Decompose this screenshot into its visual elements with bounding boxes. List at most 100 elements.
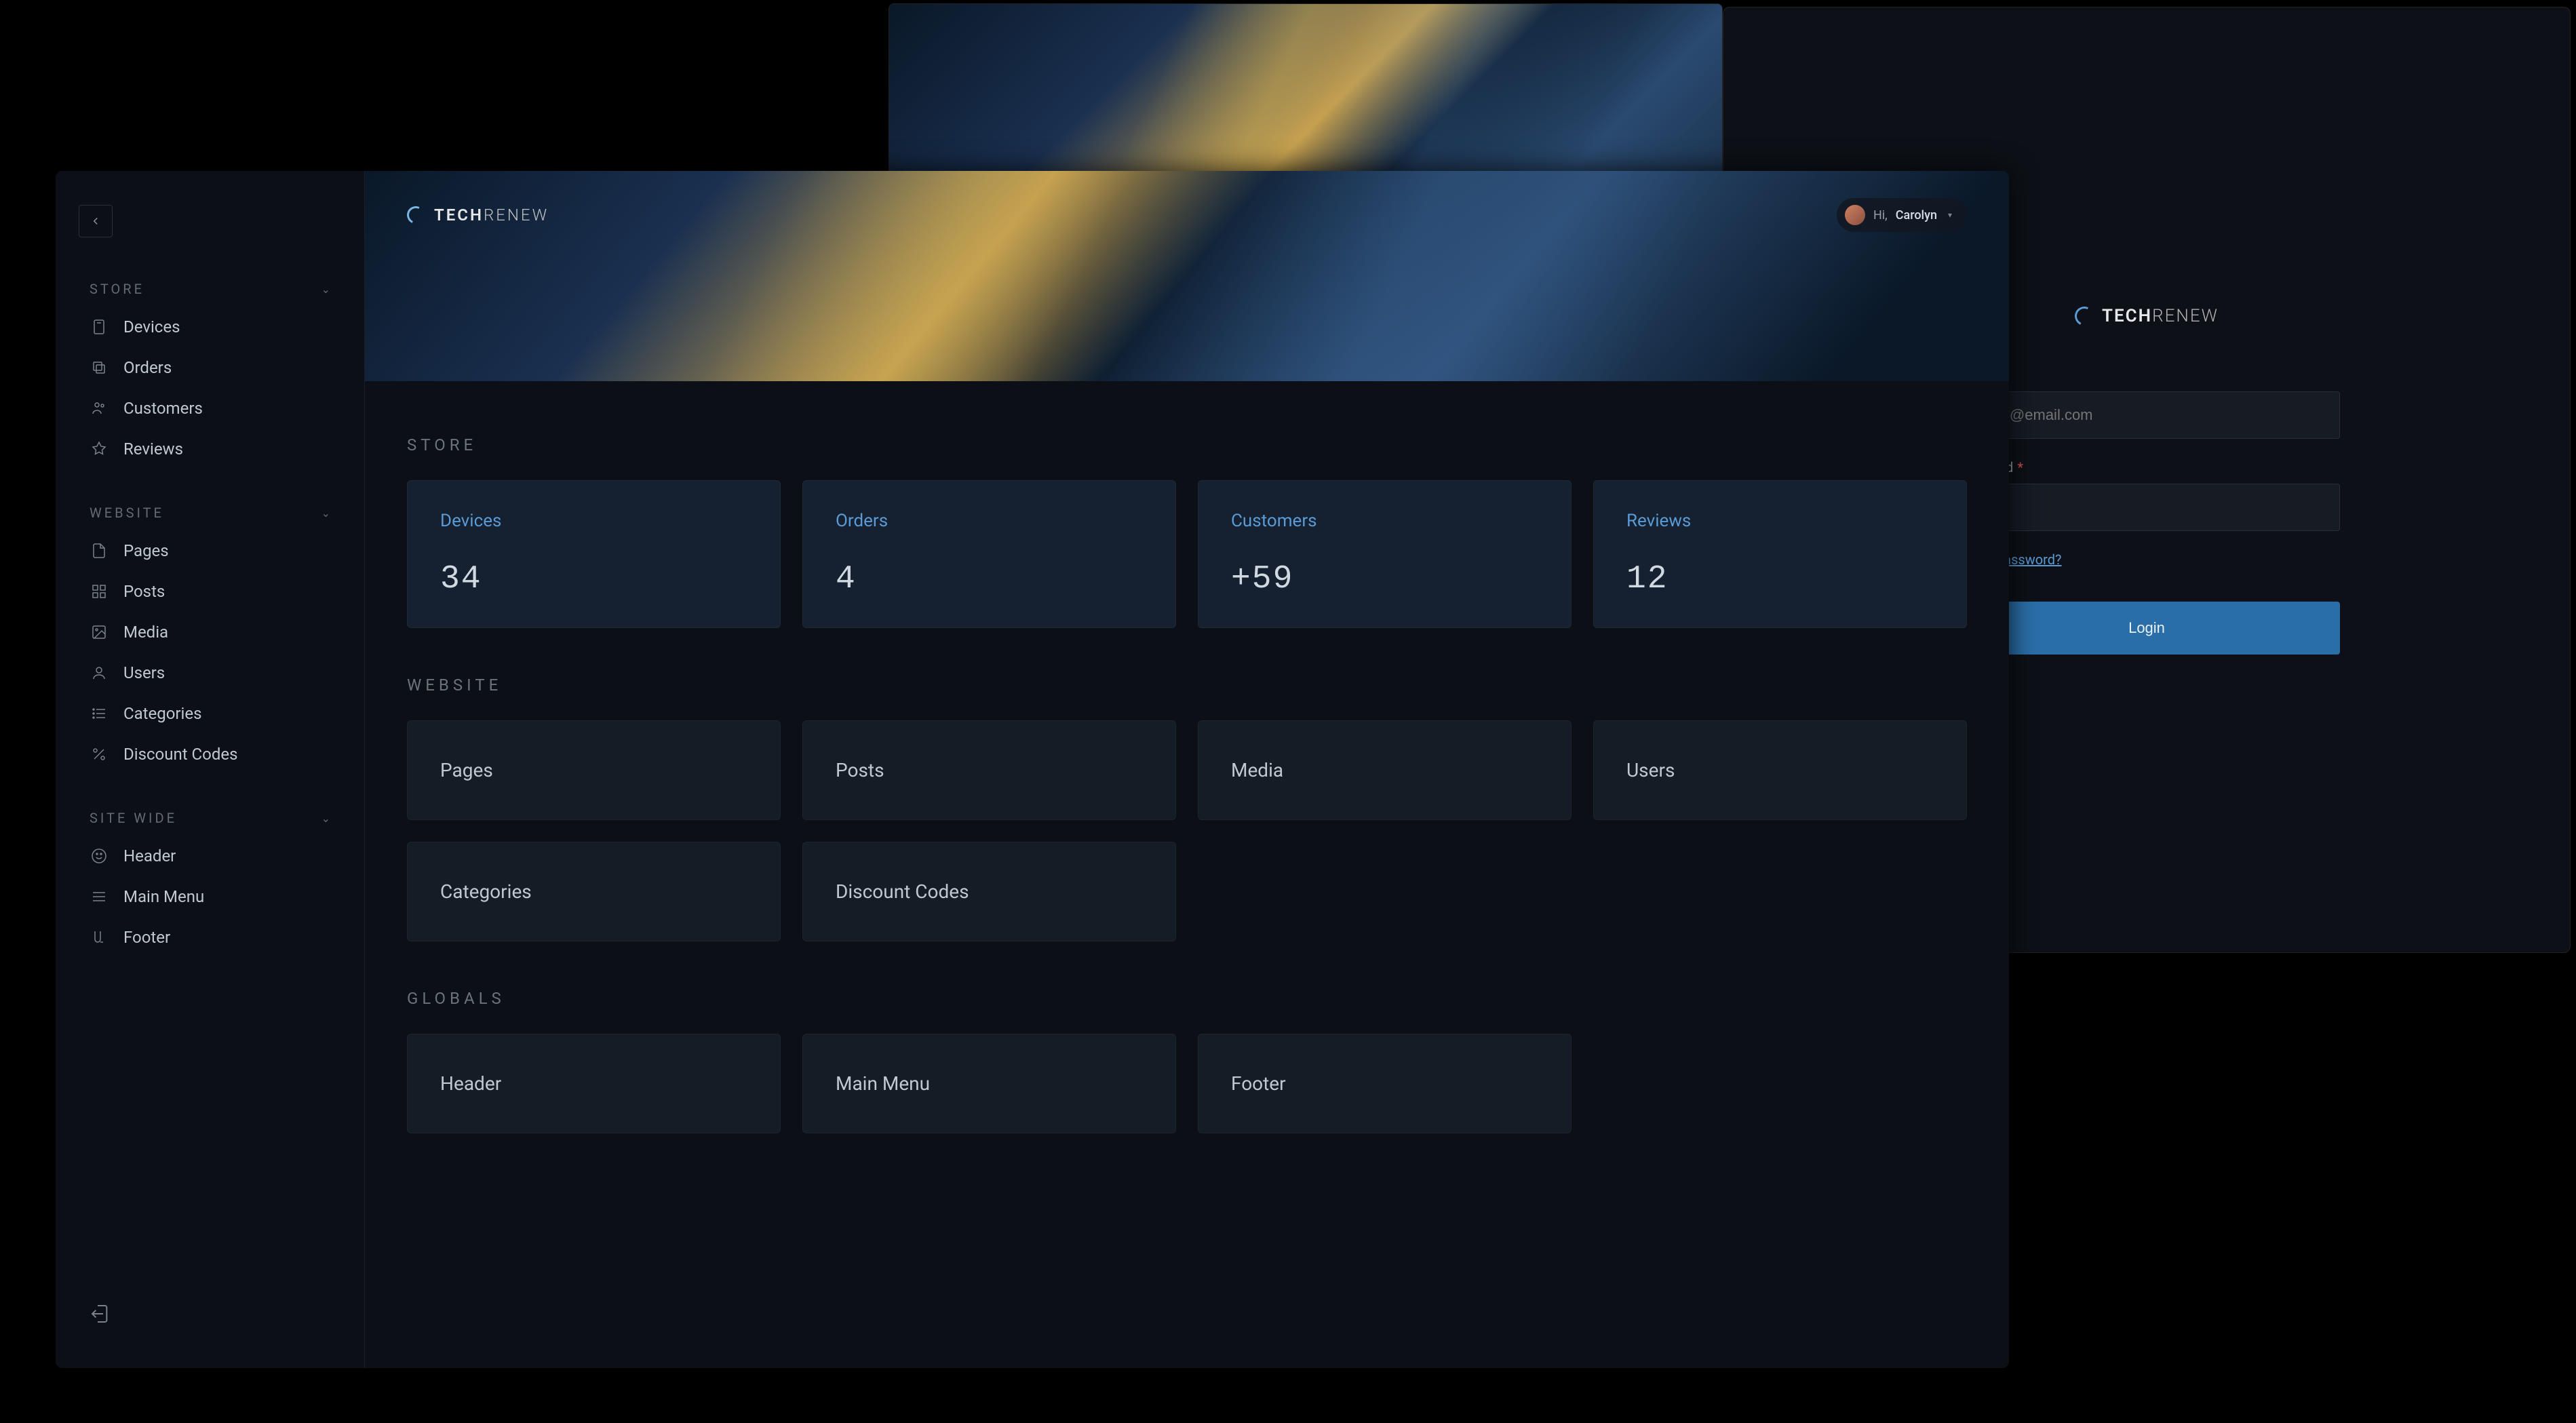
nav-item-label: Footer (123, 928, 170, 947)
nav-item-label: Pages (123, 541, 169, 560)
sidebar-item-reviews[interactable]: Reviews (79, 429, 341, 469)
nav-group-title: SITE WIDE (90, 810, 177, 826)
menu-icon (90, 887, 109, 906)
page-icon (90, 541, 109, 560)
sidebar-item-footer[interactable]: Footer (79, 917, 341, 958)
sidebar-item-posts[interactable]: Posts (79, 571, 341, 612)
sidebar-item-pages[interactable]: Pages (79, 530, 341, 571)
card-label: Pages (440, 759, 747, 781)
password-input[interactable] (1953, 484, 2340, 531)
nav-group-header-store[interactable]: STORE ⌄ (79, 271, 341, 307)
nav-card-pages[interactable]: Pages (407, 720, 781, 820)
card-label: Main Menu (836, 1072, 1143, 1095)
nav-group-title: STORE (90, 281, 144, 297)
chevron-down-icon: ⌄ (321, 283, 330, 296)
logo-thin: RENEW (484, 206, 549, 225)
sidebar-item-customers[interactable]: Customers (79, 388, 341, 429)
email-label: Email* (1953, 367, 2340, 383)
dashboard-content: STOREDevices34Orders4Customers+59Reviews… (365, 381, 2009, 1368)
logo-thin: RENEW (2152, 306, 2219, 326)
stat-label: Reviews (1626, 511, 1934, 531)
nav-card-categories[interactable]: Categories (407, 842, 781, 941)
card-grid-website: Pages Posts Media Users Categories Discount C… (407, 720, 1967, 941)
user-menu[interactable]: Hi, Carolyn ▾ (1837, 198, 1967, 232)
nav-item-label: Customers (123, 399, 203, 418)
sidebar-item-categories[interactable]: Categories (79, 693, 341, 734)
password-field-group: Password* (1953, 459, 2340, 531)
card-grid-store: Devices 34 Orders 4 Customers+59Reviews12 (407, 480, 1967, 628)
card-label: Discount Codes (836, 880, 1143, 903)
sidebar-item-devices[interactable]: Devices (79, 307, 341, 347)
collapse-sidebar-button[interactable] (79, 205, 113, 237)
email-field-group: Email* (1953, 367, 2340, 439)
stat-label: Orders (836, 511, 1143, 531)
required-mark: * (2017, 459, 2023, 475)
stat-label: Devices (440, 511, 747, 531)
nav-item-label: Main Menu (123, 887, 204, 906)
avatar (1845, 205, 1865, 225)
nav-item-label: Categories (123, 704, 202, 723)
star-icon (90, 440, 109, 459)
stat-card-reviews[interactable]: Reviews12 (1593, 480, 1967, 628)
nav-item-label: Header (123, 846, 176, 865)
nav-card-posts[interactable]: Posts (802, 720, 1176, 820)
image-icon (90, 623, 109, 642)
section-title-globals: GLOBALS (407, 989, 1967, 1008)
sidebar-item-orders[interactable]: Orders (79, 347, 341, 388)
nav-card-media[interactable]: Media (1198, 720, 1572, 820)
sidebar-item-discount-codes[interactable]: Discount Codes (79, 734, 341, 775)
sidebar: STORE ⌄ Devices Orders Customers Reviews WEBSI… (56, 171, 365, 1368)
logo-bold: TECH (434, 206, 484, 225)
logo-text: TECHRENEW (434, 206, 549, 225)
footer-icon (90, 928, 109, 947)
logout-icon (90, 1303, 111, 1325)
card-label: Header (440, 1072, 747, 1095)
nav-group-header-site-wide[interactable]: SITE WIDE ⌄ (79, 800, 341, 836)
nav-item-label: Discount Codes (123, 745, 237, 764)
stat-card-devices[interactable]: Devices 34 (407, 480, 781, 628)
stat-card-orders[interactable]: Orders 4 (802, 480, 1176, 628)
chevron-left-icon (90, 215, 102, 227)
nav-card-footer[interactable]: Footer (1198, 1034, 1572, 1133)
nav-card-header[interactable]: Header (407, 1034, 781, 1133)
email-input[interactable] (1953, 391, 2340, 439)
login-button[interactable]: Login (1953, 602, 2340, 655)
nav-item-label: Devices (123, 317, 180, 336)
stat-value: 34 (440, 561, 747, 598)
hero-banner: TECHRENEW Hi, Carolyn ▾ (365, 171, 2009, 381)
stat-card-customers[interactable]: Customers+59 (1198, 480, 1572, 628)
card-label: Media (1231, 759, 1538, 781)
nav-group-header-website[interactable]: WEBSITE ⌄ (79, 495, 341, 530)
logout-button[interactable] (90, 1314, 111, 1327)
sidebar-item-main-menu[interactable]: Main Menu (79, 876, 341, 917)
chevron-down-icon: ⌄ (321, 812, 330, 825)
forgot-password-link[interactable]: Forgot password? (1953, 551, 2340, 568)
nav-item-label: Reviews (123, 440, 183, 459)
list-icon (90, 704, 109, 723)
nav-item-label: Posts (123, 582, 165, 601)
device-icon (90, 317, 109, 336)
nav-group-title: WEBSITE (90, 505, 164, 521)
card-label: Footer (1231, 1072, 1538, 1095)
user-greeting: Hi, (1873, 208, 1888, 222)
card-label: Posts (836, 759, 1143, 781)
login-form: TECHRENEW Email* Password* Forgot passwo… (1953, 306, 2340, 655)
sidebar-footer (79, 1296, 341, 1334)
sidebar-item-media[interactable]: Media (79, 612, 341, 652)
stat-value: 4 (836, 561, 1143, 598)
stat-label: Customers (1231, 511, 1538, 531)
nav-card-discount-codes[interactable]: Discount Codes (802, 842, 1176, 941)
nav-card-main-menu[interactable]: Main Menu (802, 1034, 1176, 1133)
nav-item-label: Orders (123, 358, 172, 377)
nav-item-label: Users (123, 663, 165, 682)
nav-card-users[interactable]: Users (1593, 720, 1967, 820)
section-title-website: WEBSITE (407, 676, 1967, 695)
nav-item-label: Media (123, 623, 168, 642)
sidebar-item-users[interactable]: Users (79, 652, 341, 693)
chevron-down-icon: ⌄ (321, 507, 330, 520)
percent-icon (90, 745, 109, 764)
dashboard-window: STORE ⌄ Devices Orders Customers Reviews WEBSI… (56, 171, 2009, 1368)
sidebar-item-header[interactable]: Header (79, 836, 341, 876)
login-logo: TECHRENEW (1953, 306, 2340, 326)
card-grid-globals: Header Main Menu Footer (407, 1034, 1967, 1133)
